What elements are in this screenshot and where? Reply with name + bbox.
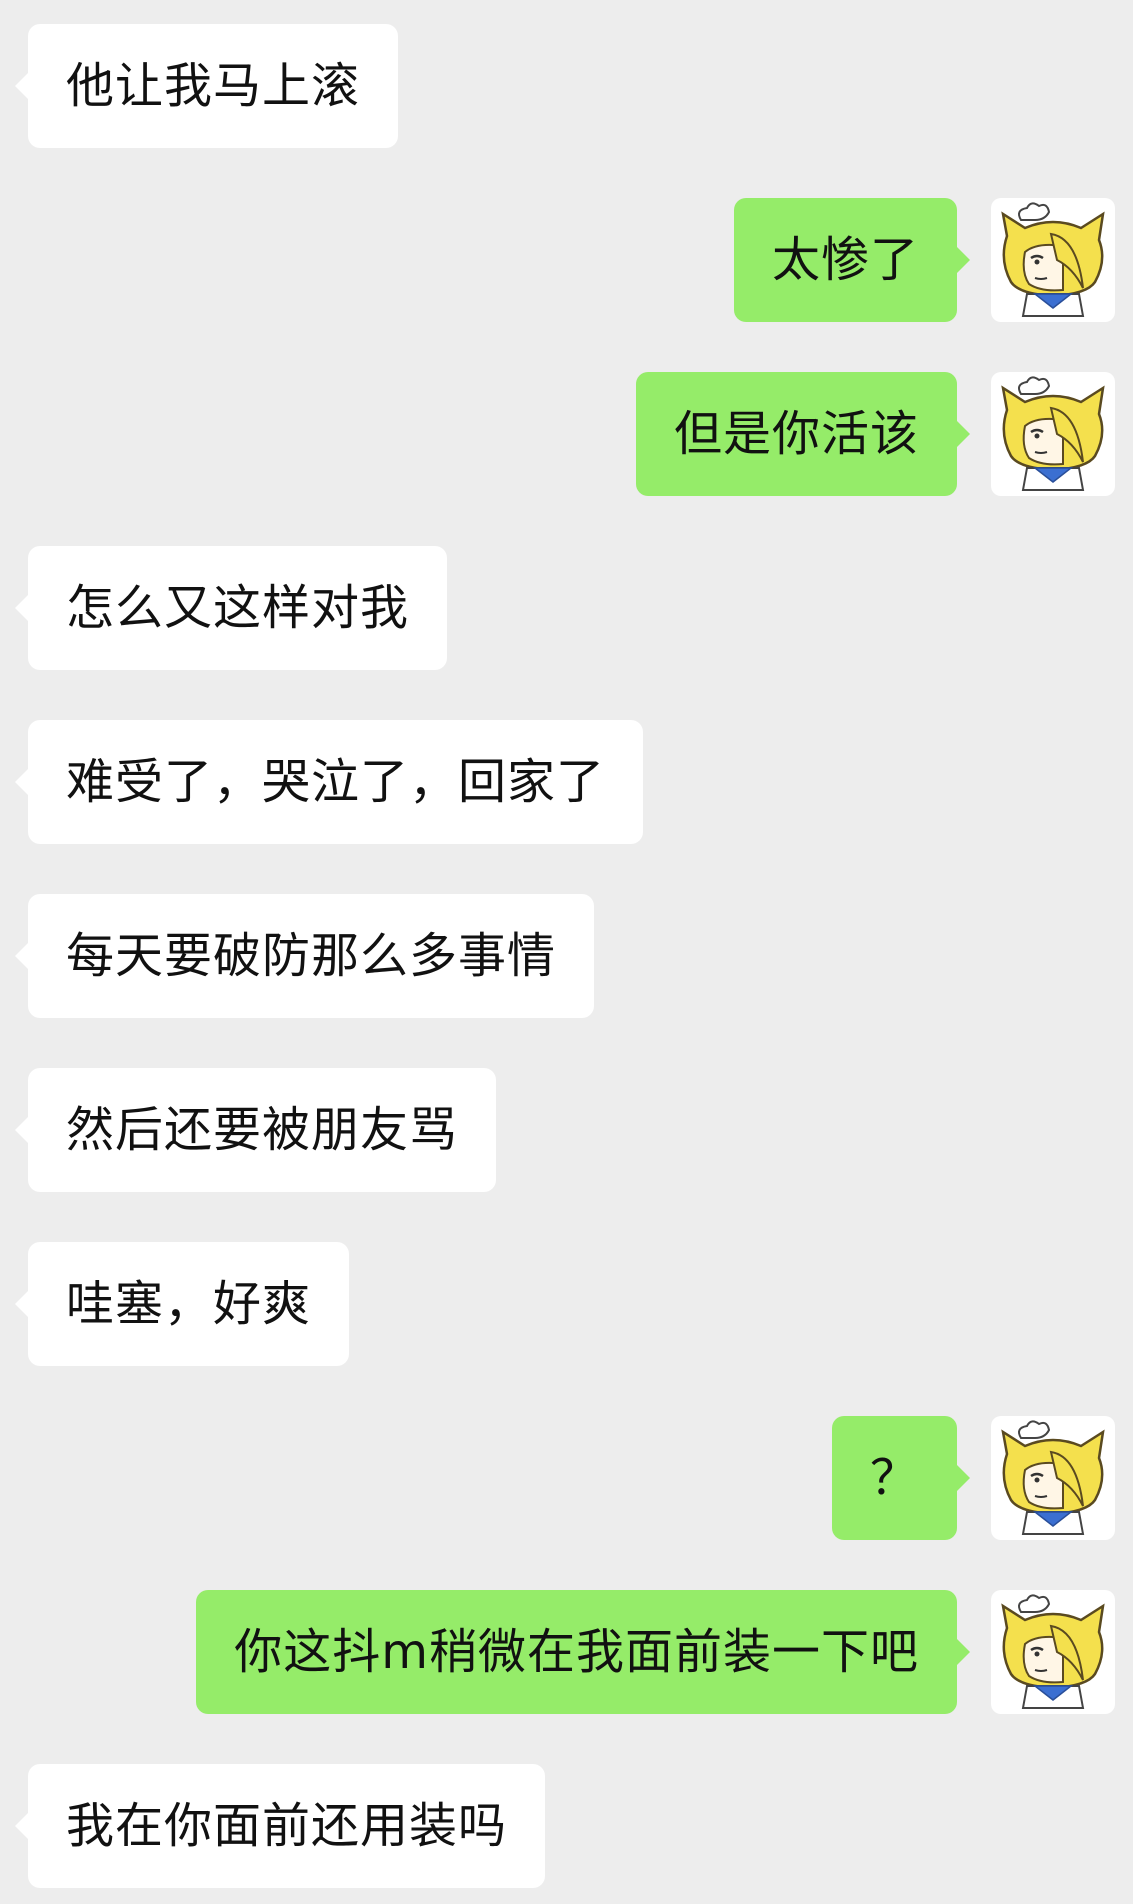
chat-message-list[interactable]: 他让我马上滚 太惨了 但是你活该 怎么又这样对我 难受了，哭泣了，回家了 每天要 bbox=[0, 0, 1133, 1904]
message-text: 我在你面前还用装吗 bbox=[66, 1798, 508, 1854]
cartoon-blonde-chef-avatar-icon[interactable] bbox=[991, 198, 1115, 322]
bubble-tail bbox=[15, 1290, 29, 1318]
outgoing-message-bubble[interactable]: 你这抖m稍微在我面前装一下吧 bbox=[196, 1590, 970, 1714]
incoming-message-row: 每天要破防那么多事情 bbox=[0, 894, 1133, 1018]
bubble-tail bbox=[15, 594, 29, 622]
bubble-tail bbox=[15, 72, 29, 100]
incoming-message-row: 他让我马上滚 bbox=[0, 24, 1133, 148]
outgoing-message-bubble[interactable]: 太惨了 bbox=[733, 198, 970, 322]
bubble-tail bbox=[956, 1464, 970, 1492]
incoming-message-row: 哇塞，好爽 bbox=[0, 1242, 1133, 1366]
bubble-tail bbox=[15, 1812, 29, 1840]
message-text: ？ bbox=[869, 1450, 919, 1506]
incoming-message-bubble[interactable]: 他让我马上滚 bbox=[15, 24, 399, 148]
incoming-message-row: 怎么又这样对我 bbox=[0, 546, 1133, 670]
bubble-tail bbox=[956, 246, 970, 274]
message-text: 他让我马上滚 bbox=[66, 58, 361, 114]
outgoing-message-bubble[interactable]: 但是你活该 bbox=[635, 372, 970, 496]
outgoing-message-bubble[interactable]: ？ bbox=[831, 1416, 970, 1540]
cartoon-blonde-chef-avatar-icon[interactable] bbox=[991, 372, 1115, 496]
cartoon-blonde-chef-avatar-icon[interactable] bbox=[991, 1590, 1115, 1714]
message-text: 但是你活该 bbox=[673, 406, 919, 462]
message-text: 难受了，哭泣了，回家了 bbox=[66, 754, 606, 810]
outgoing-message-row: 你这抖m稍微在我面前装一下吧 bbox=[0, 1590, 1133, 1714]
cartoon-blonde-chef-avatar-icon[interactable] bbox=[991, 1416, 1115, 1540]
incoming-message-bubble[interactable]: 难受了，哭泣了，回家了 bbox=[15, 720, 644, 844]
message-text: 你这抖m稍微在我面前装一下吧 bbox=[234, 1624, 919, 1680]
bubble-tail bbox=[956, 420, 970, 448]
incoming-message-row: 难受了，哭泣了，回家了 bbox=[0, 720, 1133, 844]
bubble-tail bbox=[956, 1638, 970, 1666]
incoming-message-bubble[interactable]: 然后还要被朋友骂 bbox=[15, 1068, 497, 1192]
incoming-message-bubble[interactable]: 哇塞，好爽 bbox=[15, 1242, 350, 1366]
outgoing-message-row: 太惨了 bbox=[0, 198, 1133, 322]
incoming-message-row: 然后还要被朋友骂 bbox=[0, 1068, 1133, 1192]
outgoing-message-row: 但是你活该 bbox=[0, 372, 1133, 496]
message-text: 哇塞，好爽 bbox=[66, 1276, 312, 1332]
incoming-message-bubble[interactable]: 怎么又这样对我 bbox=[15, 546, 448, 670]
incoming-message-row: 我在你面前还用装吗 bbox=[0, 1764, 1133, 1888]
message-text: 怎么又这样对我 bbox=[66, 580, 410, 636]
bubble-tail bbox=[15, 768, 29, 796]
incoming-message-bubble[interactable]: 我在你面前还用装吗 bbox=[15, 1764, 546, 1888]
message-text: 太惨了 bbox=[771, 232, 919, 288]
outgoing-message-row: ？ bbox=[0, 1416, 1133, 1540]
bubble-tail bbox=[15, 1116, 29, 1144]
message-text: 每天要破防那么多事情 bbox=[66, 928, 557, 984]
message-text: 然后还要被朋友骂 bbox=[66, 1102, 459, 1158]
incoming-message-bubble[interactable]: 每天要破防那么多事情 bbox=[15, 894, 595, 1018]
bubble-tail bbox=[15, 942, 29, 970]
